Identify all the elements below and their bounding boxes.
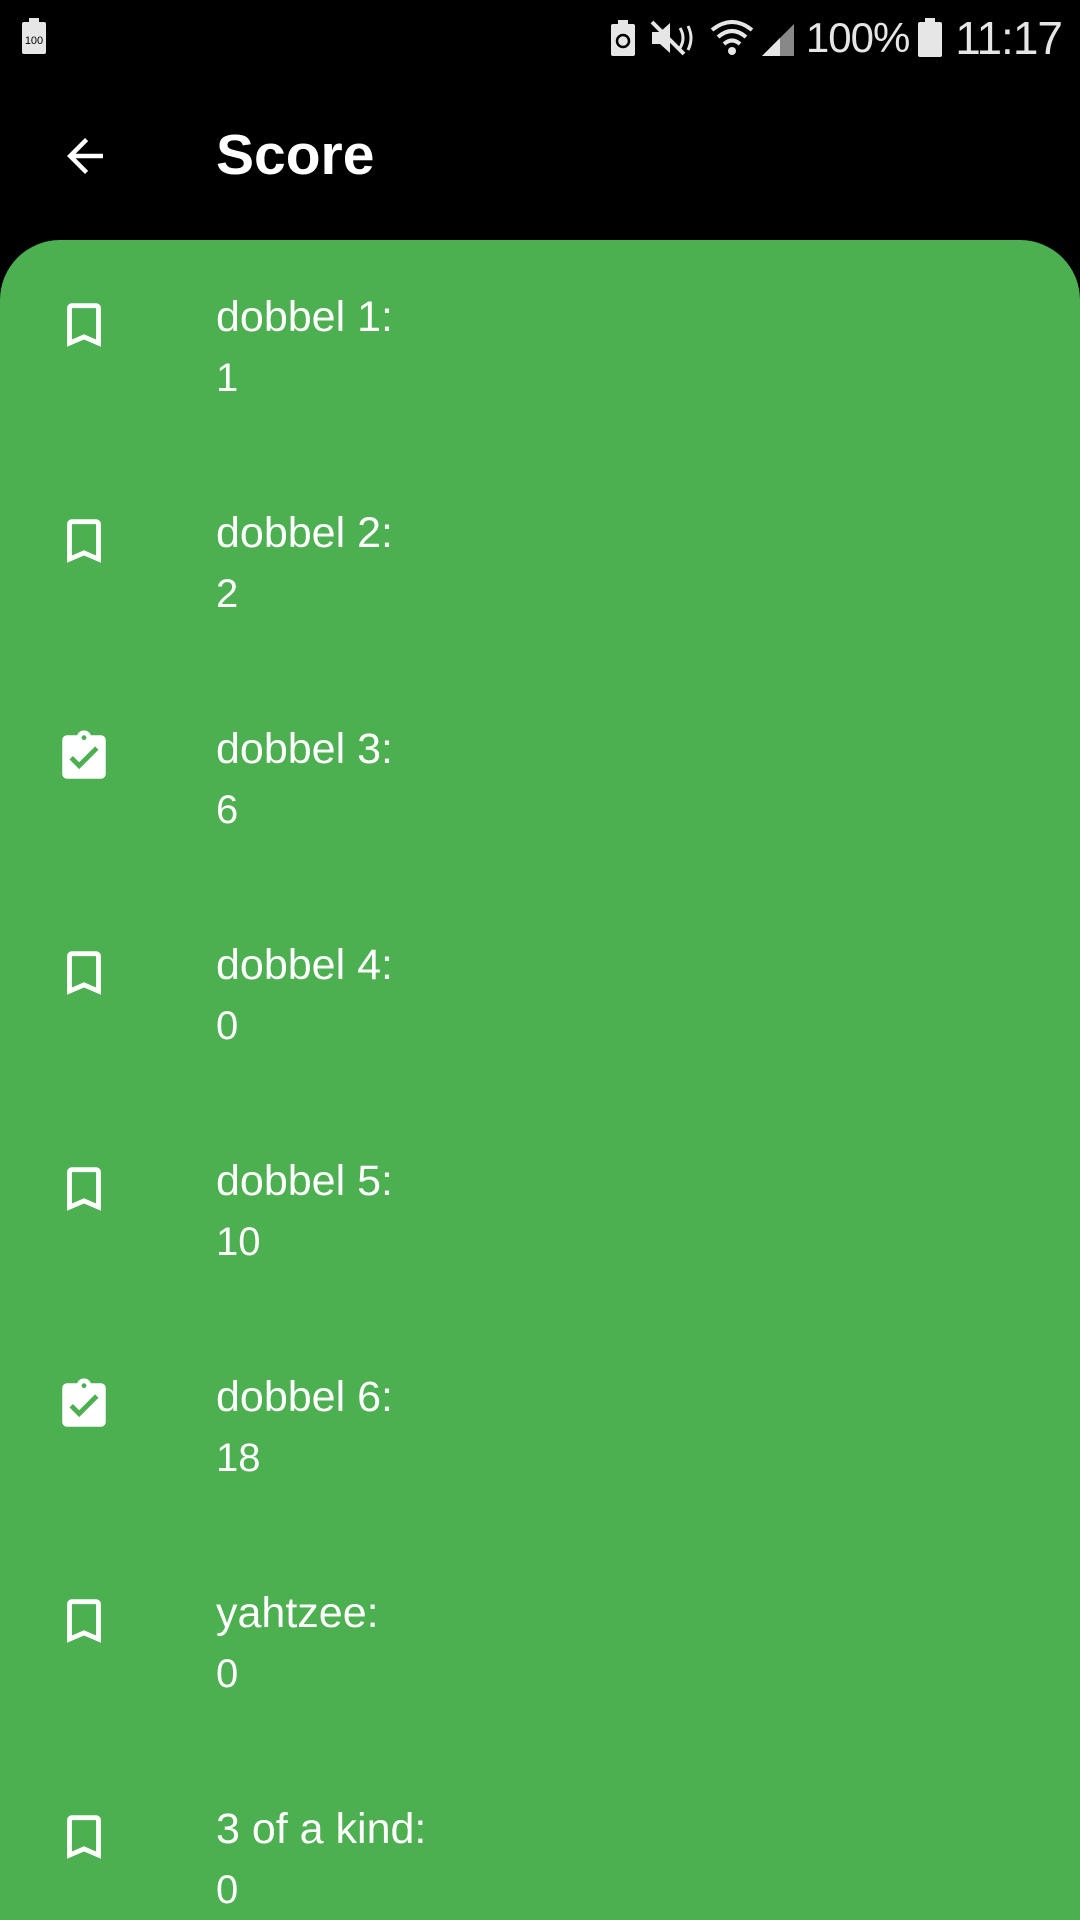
clipboard-check-icon bbox=[62, 1378, 106, 1427]
battery-icon bbox=[918, 17, 943, 57]
score-value: 10 bbox=[216, 1220, 261, 1264]
score-label: dobbel 1: bbox=[216, 293, 393, 341]
score-item-dobbel-4[interactable]: dobbel 4: 0 bbox=[0, 888, 1080, 1104]
score-value: 0 bbox=[216, 1004, 239, 1048]
score-label: 3 of a kind: bbox=[216, 1805, 427, 1853]
svg-text:100: 100 bbox=[25, 35, 43, 47]
score-item-dobbel-5[interactable]: dobbel 5: 10 bbox=[0, 1104, 1080, 1320]
score-label: dobbel 3: bbox=[216, 725, 393, 773]
score-item-dobbel-6[interactable]: dobbel 6: 18 bbox=[0, 1320, 1080, 1536]
clipboard-check-icon bbox=[62, 730, 106, 779]
score-item-dobbel-1[interactable]: dobbel 1: 1 bbox=[0, 240, 1080, 456]
page-title: Score bbox=[216, 123, 375, 187]
battery-percentage: 100% bbox=[805, 13, 910, 61]
score-label: dobbel 5: bbox=[216, 1157, 393, 1205]
score-value: 1 bbox=[216, 356, 239, 400]
clock: 11:17 bbox=[955, 11, 1063, 64]
battery-recycle-icon bbox=[610, 19, 635, 56]
status-icons: 100% 11:17 bbox=[610, 0, 1063, 75]
score-list: dobbel 1: 1 dobbel 2: 2 dobbel 3: 6 dobb… bbox=[0, 240, 1080, 1920]
score-item-dobbel-2[interactable]: dobbel 2: 2 bbox=[0, 456, 1080, 672]
bookmark-icon bbox=[67, 1815, 101, 1859]
mute-vibrate-icon bbox=[650, 20, 693, 55]
back-button[interactable] bbox=[44, 115, 126, 197]
status-bar: 100 100% 11:17 bbox=[0, 0, 1080, 75]
score-label: dobbel 6: bbox=[216, 1373, 393, 1421]
app-bar: Score bbox=[0, 75, 1080, 240]
battery-saver-icon: 100 bbox=[22, 18, 46, 54]
bookmark-icon bbox=[67, 519, 101, 563]
arrow-back-icon bbox=[67, 138, 103, 174]
score-label: dobbel 2: bbox=[216, 509, 393, 557]
score-label: dobbel 4: bbox=[216, 941, 393, 989]
score-item-dobbel-3[interactable]: dobbel 3: 6 bbox=[0, 672, 1080, 888]
score-label: yahtzee: bbox=[216, 1589, 379, 1637]
bookmark-icon bbox=[67, 1167, 101, 1211]
wifi-icon bbox=[710, 19, 754, 55]
bookmark-icon bbox=[67, 303, 101, 347]
score-value: 0 bbox=[216, 1868, 239, 1912]
score-value: 18 bbox=[216, 1436, 261, 1480]
score-item-3-of-a-kind[interactable]: 3 of a kind: 0 bbox=[0, 1752, 1080, 1920]
score-value: 6 bbox=[216, 788, 239, 832]
score-item-yahtzee[interactable]: yahtzee: 0 bbox=[0, 1536, 1080, 1752]
score-value: 2 bbox=[216, 572, 239, 616]
score-value: 0 bbox=[216, 1652, 239, 1696]
signal-icon bbox=[761, 23, 794, 56]
bookmark-icon bbox=[67, 951, 101, 995]
bookmark-icon bbox=[67, 1599, 101, 1643]
